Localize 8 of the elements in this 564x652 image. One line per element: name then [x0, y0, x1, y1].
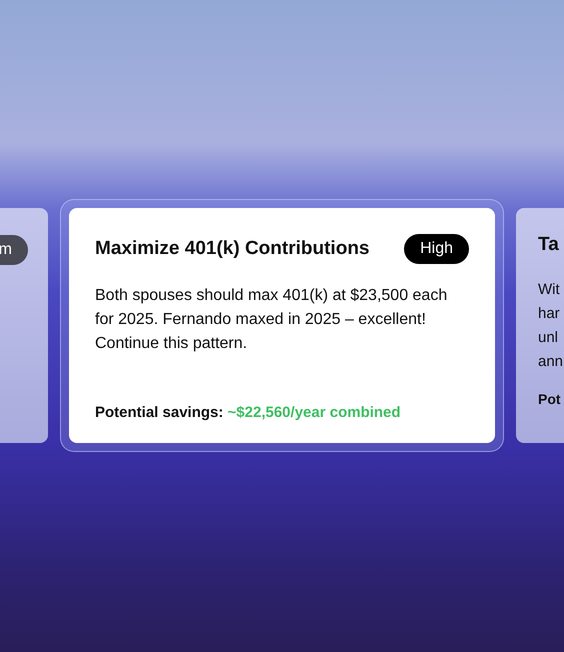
card-description: Both spouses should max 401(k) at $23,500 each for 2025. Fernando maxed in 2025 – excellent! Continue this pattern. [95, 286, 448, 354]
card-title: Ta [538, 234, 559, 256]
savings-label: Pot [538, 391, 561, 407]
priority-badge: m [0, 235, 28, 265]
card-description: Wit har unl ann [538, 280, 564, 372]
priority-badge: High [404, 234, 469, 264]
savings-text: Potential savings: ~$22,560/year combined [95, 404, 402, 421]
card-title: Maximize 401(k) Contributions [95, 238, 370, 260]
